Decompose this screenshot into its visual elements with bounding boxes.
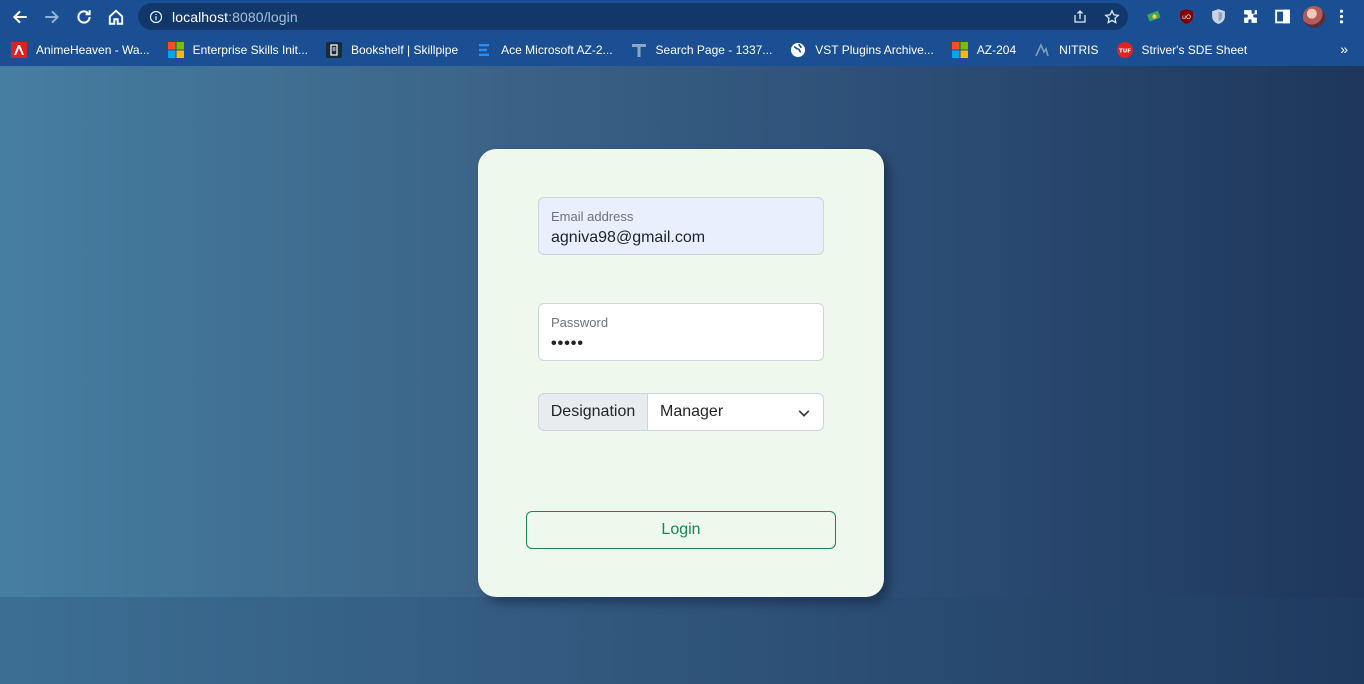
nitris-icon [1034,42,1050,58]
url-host: localhost [172,8,229,25]
forward-icon[interactable] [36,1,68,33]
bookmark-animeheaven[interactable]: AnimeHeaven - Wa... [11,41,150,58]
ublock-icon[interactable]: uO [1170,3,1202,30]
bookmark-label: VST Plugins Archive... [815,42,934,57]
address-bar[interactable]: localhost:8080/login [138,3,1128,30]
email-field[interactable]: Email address agniva98@gmail.com [538,197,824,255]
bookmark-star-icon[interactable] [1102,7,1122,26]
browser-toolbar: localhost:8080/login uO [0,0,1364,33]
bookmark-skillpipe[interactable]: Bookshelf | Skillpipe [325,41,459,58]
bookmark-az-204[interactable]: AZ-204 [951,41,1017,58]
menu-kebab-icon[interactable] [1330,3,1352,30]
bookmark-vst-plugins[interactable]: VST Plugins Archive... [790,42,934,58]
bookmark-label: Ace Microsoft AZ-2... [501,42,613,57]
email-value[interactable]: agniva98@gmail.com [551,228,811,247]
email-label: Email address [551,209,634,224]
1337x-icon [631,42,647,58]
designation-group: Designation Manager [538,393,824,431]
bookmark-label: AnimeHeaven - Wa... [36,42,150,57]
bookmark-enterprise-skills[interactable]: Enterprise Skills Init... [167,41,308,58]
bookmarks-bar: AnimeHeaven - Wa... Enterprise Skills In… [0,33,1364,66]
side-panel-icon[interactable] [1266,3,1298,30]
shield-extension-icon[interactable] [1202,3,1234,30]
profile-avatar[interactable] [1298,3,1330,30]
share-icon[interactable] [1070,7,1090,26]
bookmark-label: Striver's SDE Sheet [1141,42,1248,57]
bookmarks-overflow-icon[interactable]: » [1340,41,1348,57]
animeheaven-icon [11,41,27,58]
skillpipe-icon [325,41,342,58]
password-value[interactable]: ••••• [551,334,811,353]
bookmark-label: AZ-204 [976,42,1017,57]
designation-select[interactable]: Manager [648,393,824,431]
url-text[interactable]: localhost:8080/login [172,9,298,25]
bookmark-search-page[interactable]: Search Page - 1337... [631,42,773,58]
url-path: :8080/login [228,8,298,25]
reload-icon[interactable] [68,1,100,33]
page-background-lower [0,597,1364,684]
globe-icon [790,42,806,58]
svg-text:TUF: TUF [1119,48,1131,54]
back-icon[interactable] [4,1,36,33]
bookmark-strivers-sde-sheet[interactable]: TUF Striver's SDE Sheet [1116,41,1248,58]
site-info-icon[interactable] [149,10,163,24]
designation-label: Designation [538,393,648,431]
password-field[interactable]: Password ••••• [538,303,824,361]
home-icon[interactable] [100,1,132,33]
azure-icon [476,42,492,58]
microsoft-icon [951,41,968,58]
svg-text:uO: uO [1181,13,1190,21]
login-button[interactable]: Login [526,511,836,549]
login-card: Email address agniva98@gmail.com Passwor… [478,149,884,597]
bookmark-label: Bookshelf | Skillpipe [350,42,459,57]
microsoft-icon [167,41,184,58]
extensions-puzzle-icon[interactable] [1234,3,1266,30]
money-extension-icon[interactable] [1138,3,1170,30]
designation-selected-value: Manager [660,403,724,420]
password-label: Password [551,315,609,330]
bookmark-nitris[interactable]: NITRIS [1034,42,1099,58]
tuf-icon: TUF [1116,41,1133,58]
bookmark-ace-microsoft[interactable]: Ace Microsoft AZ-2... [476,42,613,58]
bookmark-label: Enterprise Skills Init... [192,42,308,57]
bookmark-label: Search Page - 1337... [655,42,773,57]
chevron-down-icon [798,410,810,417]
bookmark-label: NITRIS [1059,42,1099,57]
